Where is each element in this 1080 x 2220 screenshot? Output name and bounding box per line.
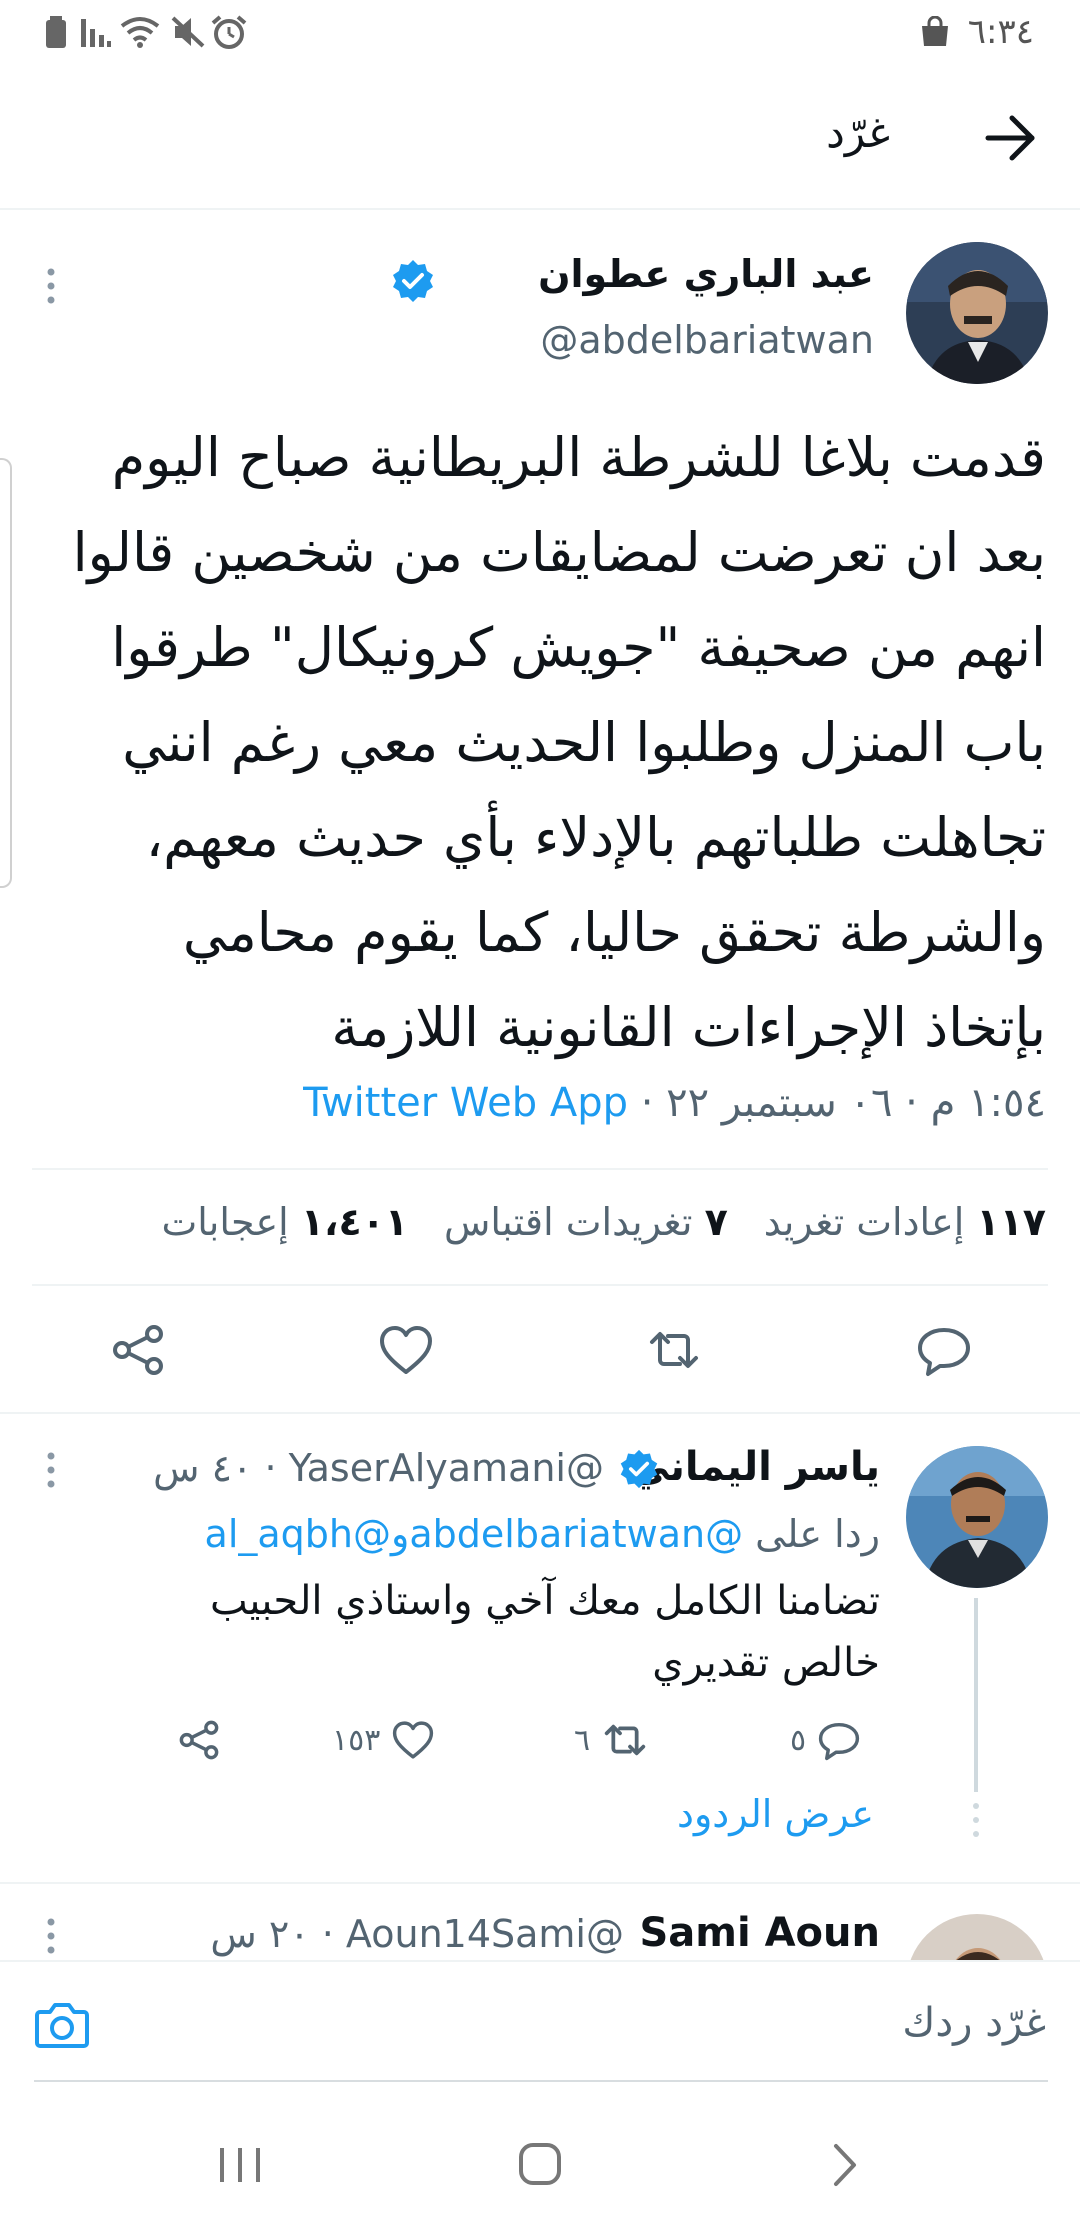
wifi-icon <box>118 14 162 50</box>
reply-author-name[interactable]: Sami Aoun <box>639 1910 880 1956</box>
reply-count: ٥ <box>790 1722 807 1758</box>
tweet-text: قدمت بلاغا للشرطة البريطانية صباح اليوم … <box>34 410 1046 1075</box>
divider <box>0 1882 1080 1884</box>
avatar[interactable] <box>906 1446 1048 1588</box>
reply-icon <box>819 1722 860 1761</box>
tweet-timestamp: ١:٥٤ م · ٠٦ سبتمبر ٢٢ · <box>627 1080 1046 1126</box>
like-heart-icon[interactable] <box>376 1320 436 1380</box>
tweet-text-line: انهم من صحيفة "جويش كرونيكال" طرقوا <box>111 616 1046 679</box>
like-heart-icon <box>393 1721 434 1759</box>
compose-bar: غرّد ردك <box>0 1960 1080 2082</box>
show-replies-link[interactable]: عرض الردود <box>677 1792 874 1836</box>
thread-line <box>974 1598 978 1792</box>
author-handle[interactable]: @abdelbariatwan <box>540 318 874 362</box>
verified-badge-icon <box>390 258 436 304</box>
mention-link[interactable]: @abdelbariatwan <box>409 1512 743 1556</box>
back-icon[interactable] <box>814 2140 874 2190</box>
tweet-stats: ١١٧ إعادات تغريد ٧ تغريدات اقتباس ١،٤٠١ إع… <box>161 1200 1046 1244</box>
edge-panel-handle[interactable] <box>0 458 12 888</box>
page-title: غرّد <box>826 108 890 157</box>
thread-dots-icon <box>970 1800 982 1840</box>
mute-icon <box>170 14 206 50</box>
divider <box>32 1284 1048 1286</box>
reply-text: تضامنا الكامل معك آخي واستاذي الحبيب خال… <box>209 1578 880 1686</box>
home-icon[interactable] <box>510 2140 570 2190</box>
tweet-source-link[interactable]: Twitter Web App <box>303 1080 628 1126</box>
system-nav-bar <box>0 2100 1080 2220</box>
mention-link[interactable]: @al_aqbh <box>205 1512 391 1556</box>
reply-handle-time: @Aoun14Sami · ٢٠ س <box>210 1912 624 1956</box>
retweets-stat[interactable]: ١١٧ إعادات تغريد <box>764 1200 1046 1244</box>
reply-icon[interactable] <box>914 1320 974 1380</box>
reply-retweet-action[interactable]: ٦ <box>574 1712 650 1768</box>
tweet-text-line: تجاهلت طلباتهم بالإدلاء بأي حديث معهم، <box>145 806 1046 869</box>
author-name[interactable]: عبد الباري عطوان <box>538 252 874 296</box>
tweet-text-line: والشرطة تحقق حاليا، كما يقوم محامي <box>182 901 1046 964</box>
retweet-icon <box>604 1724 646 1756</box>
share-icon[interactable] <box>108 1320 168 1380</box>
reply-like-action[interactable]: ١٥٣ <box>332 1712 436 1768</box>
tweet-text-line: بعد ان تعرضت لمضايقات من شخصين قالوا <box>72 521 1046 584</box>
like-count: ١٥٣ <box>332 1722 381 1758</box>
status-time: ٦:٣٤ <box>967 12 1034 52</box>
avatar[interactable] <box>906 242 1048 384</box>
arrow-right-icon[interactable] <box>980 108 1040 168</box>
reply-input[interactable]: غرّد ردك <box>902 2000 1046 2046</box>
more-options-icon[interactable] <box>44 1916 58 1956</box>
share-icon <box>179 1720 219 1760</box>
battery-icon <box>44 14 68 50</box>
tweet-text-line: باب المنزل وطلبوا الحديث معي رغم انني <box>122 711 1046 774</box>
retweet-icon[interactable] <box>644 1320 704 1380</box>
reply-share-action[interactable] <box>176 1712 222 1768</box>
shopping-bag-icon <box>918 14 952 50</box>
likes-stat[interactable]: ١،٤٠١ إعجابات <box>161 1200 408 1244</box>
recents-icon[interactable] <box>210 2140 270 2190</box>
reply-reply-action[interactable]: ٥ <box>790 1712 862 1768</box>
verified-badge-icon <box>618 1448 660 1490</box>
signal-icon <box>80 14 112 50</box>
tweet-meta: ١:٥٤ م · ٠٦ سبتمبر ٢٢ · Twitter Web App <box>303 1080 1046 1126</box>
divider <box>32 1168 1048 1170</box>
tweet-text-line: قدمت بلاغا للشرطة البريطانية صباح اليوم <box>111 426 1046 489</box>
divider <box>0 1412 1080 1414</box>
reply-author-name[interactable]: ياسر اليماني <box>629 1444 880 1490</box>
header: غرّد <box>0 64 1080 210</box>
more-options-icon[interactable] <box>44 266 58 306</box>
alarm-icon <box>210 14 248 50</box>
retweet-count: ٦ <box>574 1722 591 1758</box>
camera-icon[interactable] <box>34 1998 90 2050</box>
quotes-stat[interactable]: ٧ تغريدات اقتباس <box>444 1200 728 1244</box>
compose-underline <box>34 2080 1048 2082</box>
replying-to: ردا على @abdelbariatwanو@al_aqbh <box>204 1512 880 1556</box>
tweet-text-line: بإتخاذ الإجراءات القانونية اللازمة <box>331 996 1046 1059</box>
more-options-icon[interactable] <box>44 1450 58 1490</box>
status-bar: ٦:٣٤ <box>0 0 1080 64</box>
reply-handle-time: @YaserAlyamani · ٤٠ س <box>153 1446 604 1490</box>
